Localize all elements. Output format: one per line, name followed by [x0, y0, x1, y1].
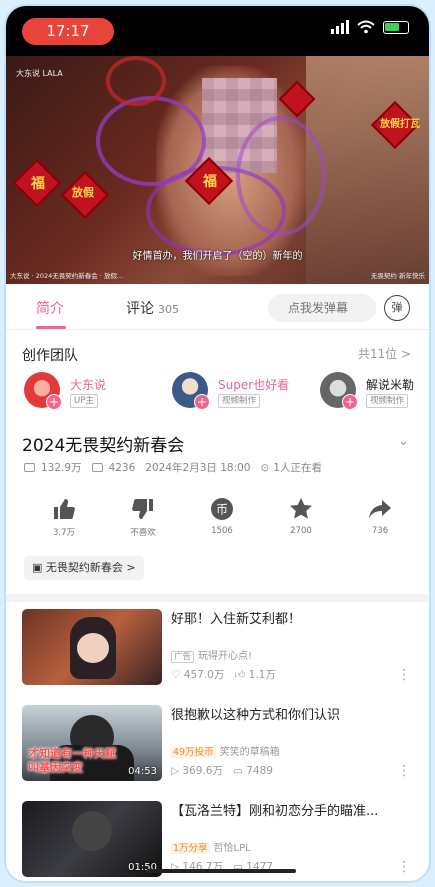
- status-icons: [331, 20, 409, 34]
- video-thumbnail: 才知道有一种天赋 叫基因突变 04:53: [22, 705, 162, 781]
- video-duration: 04:53: [128, 766, 157, 777]
- share-button[interactable]: 736: [350, 496, 410, 536]
- tab-bar: 简介 评论305 弹: [6, 284, 429, 330]
- danmaku-count-icon: ▭: [233, 765, 243, 777]
- home-indicator[interactable]: [146, 869, 296, 873]
- video-watermark: 大东说 LALA: [16, 69, 63, 78]
- follow-plus-icon[interactable]: +: [194, 394, 210, 410]
- like-button[interactable]: 3.7万: [34, 496, 94, 538]
- video-player[interactable]: 福 放假 福 放假打瓦 大东说 LALA 好情首办，我们开启了（空的）新年的 大…: [6, 56, 429, 284]
- comments-count: 305: [158, 303, 179, 316]
- favorite-button[interactable]: 2700: [271, 496, 331, 536]
- danmaku-input[interactable]: [268, 294, 376, 322]
- more-options-icon[interactable]: ⋮: [397, 667, 411, 683]
- svg-text:币: 币: [216, 503, 228, 517]
- rec-title: 【瓦洛兰特】刚和初恋分手的瞄准...: [171, 804, 379, 819]
- phone-screen: 17:17 福 放假 福 放假打瓦 大东说 LALA 好情首办，我们开启了（空的…: [4, 4, 431, 883]
- video-thumbnail: [22, 609, 162, 685]
- thumbs-down-icon: [132, 499, 153, 519]
- dislike-button[interactable]: 不喜欢: [113, 496, 173, 538]
- coin-icon: 币: [211, 498, 233, 520]
- more-options-icon[interactable]: ⋮: [397, 763, 411, 779]
- video-title: 2024无畏契约新春会: [22, 436, 185, 456]
- danmaku-toggle-button[interactable]: 弹: [384, 295, 410, 321]
- thumbs-up-small-icon: 👍︎: [234, 669, 246, 681]
- team-count-link[interactable]: 共11位 >: [358, 345, 411, 362]
- collection-icon: ▣: [32, 561, 43, 574]
- list-item[interactable]: 才知道有一种天赋 叫基因突变 04:53 很抱歉以这种方式和你们认识 49万投币…: [6, 705, 429, 791]
- danmaku-count-icon: [91, 463, 103, 472]
- battery-icon: [383, 20, 409, 34]
- tab-comments[interactable]: 评论 305: [126, 298, 179, 318]
- more-options-icon[interactable]: ⋮: [397, 859, 411, 875]
- rec-title: 好耶！入住新艾利都！: [171, 612, 302, 627]
- share-arrow-icon: [369, 500, 391, 518]
- video-meta: 132.9万 4236 2024年2月3日 18:00 ⊙ 1人正在看: [24, 460, 322, 475]
- play-count-icon: [24, 463, 35, 472]
- chevron-down-icon[interactable]: ⌄: [398, 434, 409, 449]
- tab-intro[interactable]: 简介: [36, 298, 64, 318]
- status-time: 17:17: [22, 18, 114, 45]
- chevron-right-icon: >: [400, 347, 411, 361]
- follow-plus-icon[interactable]: +: [46, 394, 62, 410]
- team-title: 创作团队: [22, 348, 78, 364]
- heart-icon: ♡: [171, 669, 181, 681]
- rec-title: 很抱歉以这种方式和你们认识: [171, 708, 341, 723]
- tab-underline: [36, 326, 66, 329]
- video-caption: 好情首办，我们开启了（空的）新年的: [132, 251, 303, 262]
- list-item[interactable]: 好耶！入住新艾利都！ 广告 玩得开心点! ♡ 457.0万 👍︎ 1.1万 ⋮: [6, 609, 429, 695]
- follow-plus-icon[interactable]: +: [342, 394, 358, 410]
- wifi-icon: [357, 20, 375, 34]
- signal-icon: [331, 20, 349, 34]
- collection-chip[interactable]: ▣ 无畏契约新春会 >: [24, 556, 144, 580]
- video-footer: 大东说 · 2024无畏契约新春会 · 放假... 无畏契约 新年快乐: [10, 272, 425, 280]
- thumbs-up-icon: [54, 499, 75, 519]
- coin-button[interactable]: 币 1506: [192, 496, 252, 536]
- video-thumbnail: 01:50: [22, 801, 162, 877]
- status-bar: 17:17: [6, 6, 429, 56]
- viewers-icon: ⊙: [260, 461, 270, 474]
- play-count-icon: ▷: [171, 765, 180, 777]
- section-divider: [6, 594, 429, 602]
- star-icon: [290, 498, 312, 519]
